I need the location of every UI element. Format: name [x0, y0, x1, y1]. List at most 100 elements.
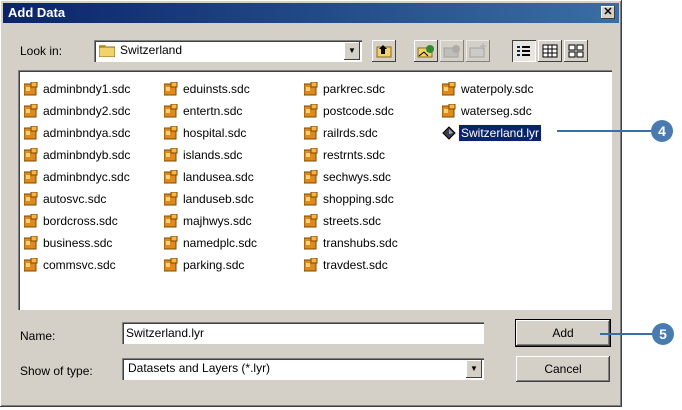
file-name: adminbndyb.sdc	[43, 148, 131, 162]
file-name: railrds.sdc	[323, 126, 378, 140]
list-item[interactable]: adminbndyc.sdc	[24, 166, 132, 188]
sdc-file-icon	[24, 170, 38, 184]
sdc-file-icon	[24, 192, 38, 206]
file-name: shopping.sdc	[323, 192, 394, 206]
cancel-button[interactable]: Cancel	[516, 356, 610, 382]
list-item[interactable]: waterseg.sdc	[442, 100, 541, 122]
file-name: transhubs.sdc	[323, 236, 398, 250]
list-item[interactable]: adminbndy1.sdc	[24, 78, 132, 100]
connect-to-folder-icon	[417, 45, 434, 58]
callout-4-line	[557, 130, 653, 132]
type-dropdown[interactable]: Datasets and Layers (*.lyr) ▼	[122, 358, 484, 380]
file-name: travdest.sdc	[323, 258, 388, 272]
list-item[interactable]: adminbndy2.sdc	[24, 100, 132, 122]
sdc-file-icon	[442, 104, 456, 118]
file-column-3: parkrec.sdc postcode.sdc railrds.sdc restrn…	[304, 78, 400, 276]
sdc-file-icon	[304, 214, 318, 228]
name-field[interactable]: Switzerland.lyr	[122, 322, 484, 344]
list-item[interactable]: business.sdc	[24, 232, 132, 254]
window-title: Add Data	[8, 5, 66, 20]
list-item[interactable]: namedplc.sdc	[164, 232, 259, 254]
list-view-icon	[517, 46, 530, 56]
details-view-button[interactable]	[538, 40, 562, 62]
file-list[interactable]: adminbndy1.sdc adminbndy2.sdc adminbndya.s…	[18, 70, 612, 310]
list-item[interactable]: restrnts.sdc	[304, 144, 400, 166]
list-item[interactable]: hospital.sdc	[164, 122, 259, 144]
up-one-level-button[interactable]	[372, 40, 396, 62]
list-item[interactable]: railrds.sdc	[304, 122, 400, 144]
file-name: landusea.sdc	[183, 170, 254, 184]
chevron-down-icon[interactable]: ▼	[344, 42, 360, 60]
name-field-value: Switzerland.lyr	[126, 326, 205, 340]
list-item[interactable]: travdest.sdc	[304, 254, 400, 276]
sdc-file-icon	[304, 104, 318, 118]
sdc-file-icon	[304, 126, 318, 140]
sdc-file-icon	[304, 82, 318, 96]
list-item[interactable]: commsvc.sdc	[24, 254, 132, 276]
list-item[interactable]: parking.sdc	[164, 254, 259, 276]
name-label: Name:	[20, 329, 56, 343]
file-name: namedplc.sdc	[183, 236, 258, 250]
list-item[interactable]: islands.sdc	[164, 144, 259, 166]
sdc-file-icon	[164, 82, 178, 96]
sdc-file-icon	[164, 148, 178, 162]
sdc-file-icon	[24, 104, 38, 118]
file-name: autosvc.sdc	[43, 192, 107, 206]
list-item[interactable]: landusea.sdc	[164, 166, 259, 188]
sdc-file-icon	[164, 104, 178, 118]
thumbnails-view-button[interactable]	[564, 40, 588, 62]
file-name: islands.sdc	[183, 148, 243, 162]
look-in-dropdown[interactable]: Switzerland ▼	[94, 40, 362, 62]
disconnect-folder-button[interactable]	[440, 40, 464, 62]
close-button[interactable]: ✕	[601, 6, 615, 19]
file-name: entertn.sdc	[183, 104, 243, 118]
list-item-selected[interactable]: Switzerland.lyr	[442, 122, 543, 144]
list-item[interactable]: streets.sdc	[304, 210, 400, 232]
sdc-file-icon	[24, 126, 38, 140]
sdc-file-icon	[164, 214, 178, 228]
file-name: adminbndya.sdc	[43, 126, 131, 140]
up-one-level-icon	[376, 45, 392, 58]
file-name: landuseb.sdc	[183, 192, 254, 206]
list-item[interactable]: landuseb.sdc	[164, 188, 259, 210]
list-item[interactable]: adminbndya.sdc	[24, 122, 132, 144]
list-item[interactable]: parkrec.sdc	[304, 78, 400, 100]
file-name: adminbndyc.sdc	[43, 170, 130, 184]
list-item[interactable]: waterpoly.sdc	[442, 78, 541, 100]
new-folder-button[interactable]	[466, 40, 490, 62]
file-name: majhwys.sdc	[183, 214, 252, 228]
list-item[interactable]: postcode.sdc	[304, 100, 400, 122]
sdc-file-icon	[164, 126, 178, 140]
sdc-file-icon	[164, 192, 178, 206]
connect-to-folder-button[interactable]	[414, 40, 438, 62]
list-item[interactable]: autosvc.sdc	[24, 188, 132, 210]
file-name: hospital.sdc	[183, 126, 247, 140]
list-view-button[interactable]	[512, 40, 536, 62]
list-item[interactable]: sechwys.sdc	[304, 166, 400, 188]
list-item[interactable]: bordcross.sdc	[24, 210, 132, 232]
file-column-1: adminbndy1.sdc adminbndy2.sdc adminbndya.s…	[24, 78, 132, 276]
sdc-file-icon	[24, 148, 38, 162]
sdc-file-icon	[24, 236, 38, 250]
title-bar: Add Data ✕	[3, 3, 619, 23]
sdc-file-icon	[164, 258, 178, 272]
chevron-down-icon[interactable]: ▼	[466, 360, 482, 378]
file-column-4: waterpoly.sdc waterseg.sdc Switzerland.ly…	[442, 78, 543, 144]
file-name: streets.sdc	[323, 214, 382, 228]
list-item[interactable]: adminbndyb.sdc	[24, 144, 132, 166]
add-data-dialog: Add Data ✕ Look in: Switzerland ▼ adminb…	[0, 0, 622, 407]
file-name: bordcross.sdc	[43, 214, 118, 228]
list-item[interactable]: transhubs.sdc	[304, 232, 400, 254]
folder-icon	[99, 45, 115, 57]
list-item[interactable]: shopping.sdc	[304, 188, 400, 210]
file-name: waterpoly.sdc	[461, 82, 534, 96]
list-item[interactable]: entertn.sdc	[164, 100, 259, 122]
thumbnails-view-icon	[568, 44, 584, 58]
file-name: restrnts.sdc	[323, 148, 386, 162]
details-view-icon	[542, 44, 558, 58]
file-name: adminbndy2.sdc	[43, 104, 131, 118]
sdc-file-icon	[24, 214, 38, 228]
list-item[interactable]: eduinsts.sdc	[164, 78, 259, 100]
add-button[interactable]: Add	[515, 319, 611, 347]
list-item[interactable]: majhwys.sdc	[164, 210, 259, 232]
